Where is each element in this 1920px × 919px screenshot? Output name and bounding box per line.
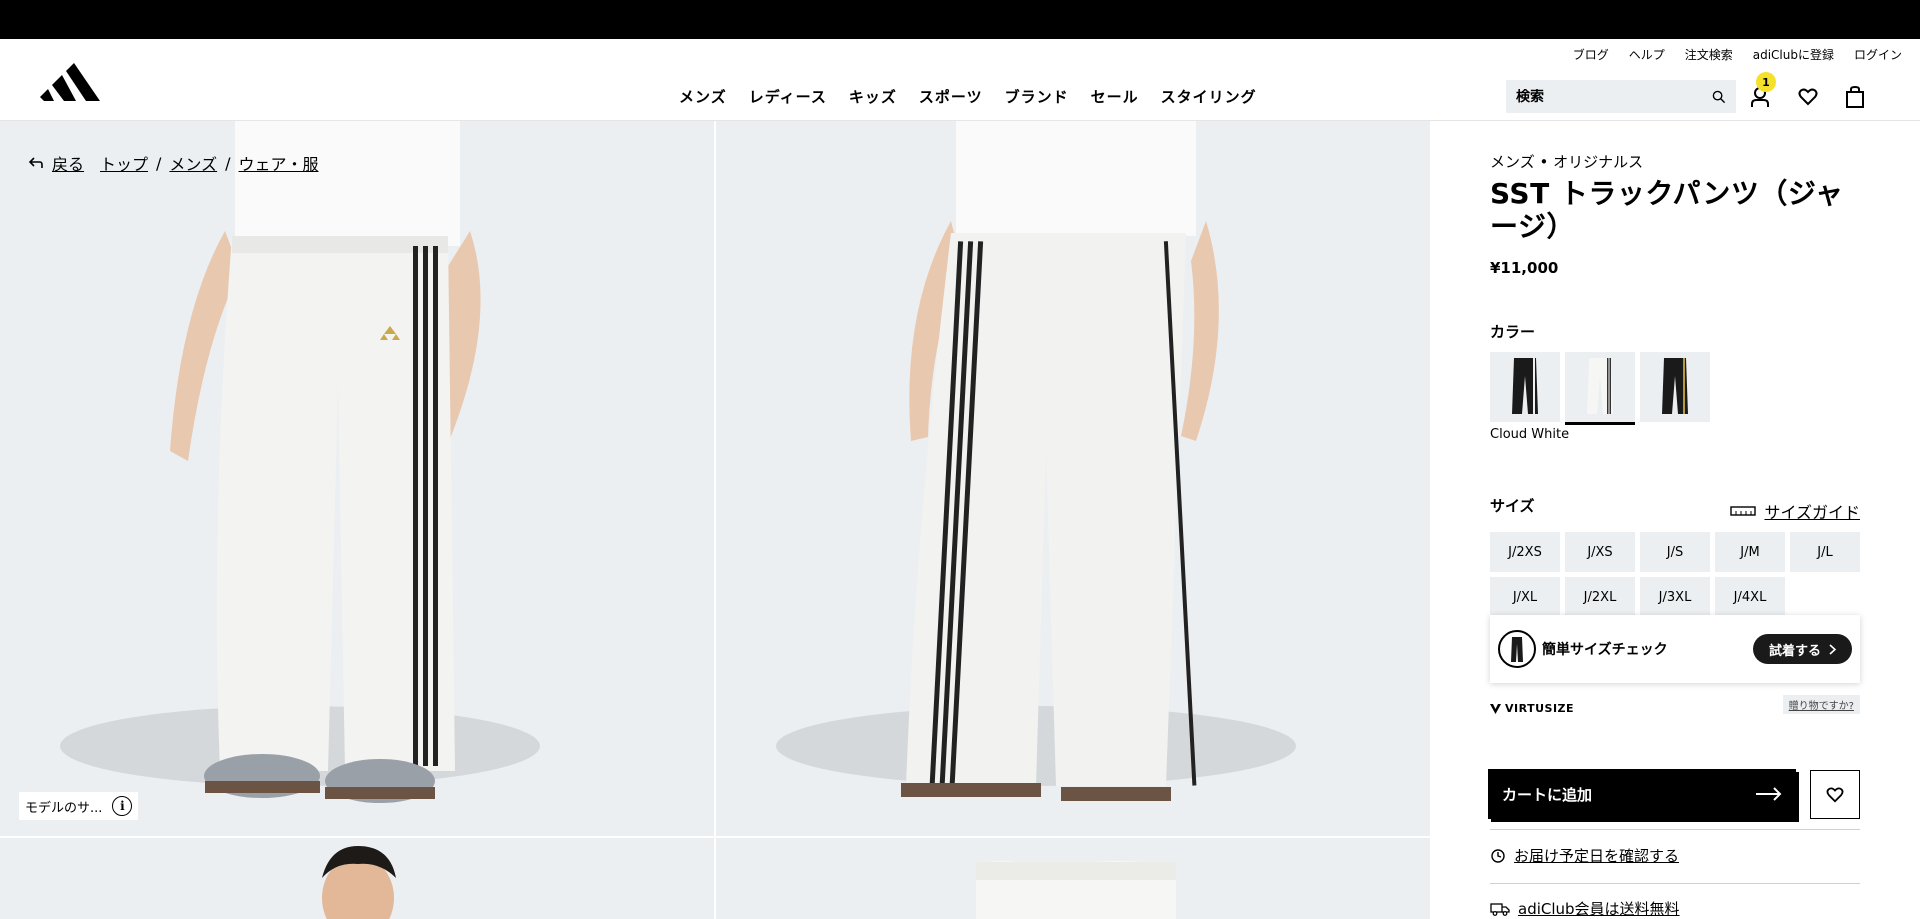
search-icon[interactable] — [1712, 87, 1726, 107]
wishlist-button[interactable] — [1810, 770, 1860, 819]
try-on-button[interactable]: 試着する — [1752, 634, 1852, 664]
virtusize-title: 簡単サイズチェック — [1542, 642, 1668, 658]
size-option[interactable]: J/M — [1715, 532, 1785, 572]
clock-icon — [1491, 848, 1505, 863]
cart-bag-icon[interactable] — [1843, 85, 1867, 109]
util-link-help[interactable]: ヘルプ — [1629, 46, 1665, 63]
breadcrumb-separator: / — [156, 153, 162, 173]
promo-bar — [0, 0, 1920, 39]
chevron-right-icon — [1829, 643, 1836, 655]
breadcrumb-separator: / — [225, 153, 231, 173]
product-photo-detail[interactable] — [716, 838, 1430, 919]
delivery-date-link[interactable]: お届け予定日を確認する — [1514, 845, 1679, 866]
search-input[interactable] — [1516, 88, 1712, 105]
nav-mens[interactable]: メンズ — [679, 86, 727, 107]
info-icon[interactable]: i — [112, 796, 133, 816]
size-option[interactable]: J/XS — [1565, 532, 1635, 572]
product-title: SST トラックパンツ（ジャージ） — [1490, 177, 1844, 243]
util-link-blog[interactable]: ブログ — [1573, 46, 1609, 63]
truck-icon — [1490, 902, 1510, 916]
size-guide-label: サイズガイド — [1764, 503, 1860, 522]
nav-sports[interactable]: スポーツ — [919, 86, 983, 107]
virtusize-widget: 簡単サイズチェック 試着する — [1490, 615, 1860, 683]
virtusize-v-icon — [1490, 703, 1501, 714]
color-swatch-black[interactable] — [1490, 352, 1560, 422]
adidas-logo[interactable] — [40, 63, 100, 103]
size-guide-link[interactable]: サイズガイド — [1730, 499, 1860, 523]
product-photo-model[interactable] — [0, 838, 714, 919]
wishlist-icon[interactable] — [1796, 85, 1820, 109]
delivery-date-row[interactable]: お届け予定日を確認する — [1490, 845, 1860, 866]
breadcrumb: 戻る トップ / メンズ / ウェア・服 — [28, 151, 319, 175]
try-on-label: 試着する — [1768, 643, 1821, 659]
product-gallery: 戻る トップ / メンズ / ウェア・服 モデルのサ... i — [0, 121, 1430, 919]
product-photo-back[interactable] — [716, 121, 1430, 836]
back-link[interactable]: 戻る — [52, 151, 84, 175]
model-size-chip[interactable]: モデルのサ... i — [19, 792, 139, 820]
breadcrumb-wear[interactable]: ウェア・服 — [239, 151, 319, 175]
free-shipping-row[interactable]: adiClub会員は送料無料 — [1490, 898, 1860, 919]
site-header: ブログ ヘルプ 注文検索 adiClubに登録 ログイン メンズ レディース キ… — [0, 39, 1920, 121]
size-label: サイズ — [1490, 497, 1535, 515]
color-swatch-cloud-white[interactable] — [1565, 352, 1635, 425]
product-photo-front[interactable] — [0, 121, 714, 836]
heart-icon — [1826, 786, 1844, 802]
gift-link[interactable]: 贈り物ですか? — [1782, 695, 1860, 714]
divider — [1490, 829, 1860, 830]
virtusize-brand: VIRTUSIZE — [1505, 702, 1575, 715]
nav-kids[interactable]: キッズ — [849, 86, 897, 107]
product-category: メンズ • オリジナルス — [1490, 153, 1644, 171]
size-option[interactable]: J/3XL — [1640, 577, 1710, 617]
breadcrumb-top[interactable]: トップ — [100, 151, 148, 175]
virtusize-logo: VIRTUSIZE — [1490, 702, 1574, 715]
color-label: カラー — [1490, 323, 1536, 341]
search-box — [1506, 80, 1736, 113]
size-option[interactable]: J/S — [1640, 532, 1710, 572]
nav-brand[interactable]: ブランド — [1005, 86, 1069, 107]
selected-color-name: Cloud White — [1490, 427, 1570, 442]
color-swatches — [1490, 352, 1710, 425]
ruler-icon — [1730, 506, 1757, 516]
nav-sale[interactable]: セール — [1091, 86, 1139, 107]
back-arrow-icon[interactable] — [28, 156, 44, 170]
size-grid: J/2XS J/XS J/S J/M J/L J/XL J/2XL J/3XL … — [1490, 532, 1860, 617]
product-info-panel: メンズ • オリジナルス SST トラックパンツ（ジャージ） ¥11,000 カ… — [1488, 121, 1860, 919]
size-option[interactable]: J/L — [1790, 532, 1860, 572]
size-option[interactable]: J/2XL — [1565, 577, 1635, 617]
nav-styling[interactable]: スタイリング — [1161, 86, 1257, 107]
add-to-cart-button[interactable]: カートに追加 — [1488, 769, 1796, 819]
util-link-adiclub-register[interactable]: adiClubに登録 — [1753, 46, 1834, 63]
add-to-cart-label: カートに追加 — [1502, 785, 1593, 804]
product-price: ¥11,000 — [1490, 259, 1559, 277]
utility-links: ブログ ヘルプ 注文検索 adiClubに登録 ログイン — [1573, 46, 1902, 63]
virtusize-avatar-icon — [1498, 630, 1536, 668]
util-link-order-search[interactable]: 注文検索 — [1685, 46, 1733, 63]
size-option[interactable]: J/4XL — [1715, 577, 1785, 617]
size-option[interactable]: J/XL — [1490, 577, 1560, 617]
main-nav: メンズ レディース キッズ スポーツ ブランド セール スタイリング — [679, 86, 1257, 107]
account-badge: 1 — [1756, 72, 1776, 92]
color-swatch-black-gold[interactable] — [1640, 352, 1710, 422]
arrow-right-icon — [1756, 787, 1782, 801]
nav-ladies[interactable]: レディース — [749, 86, 827, 107]
size-option[interactable]: J/2XS — [1490, 532, 1560, 572]
util-link-login[interactable]: ログイン — [1854, 46, 1902, 63]
divider — [1490, 883, 1860, 884]
breadcrumb-mens[interactable]: メンズ — [169, 151, 217, 175]
model-size-label: モデルのサ... — [25, 800, 103, 816]
free-shipping-link[interactable]: adiClub会員は送料無料 — [1518, 898, 1680, 919]
